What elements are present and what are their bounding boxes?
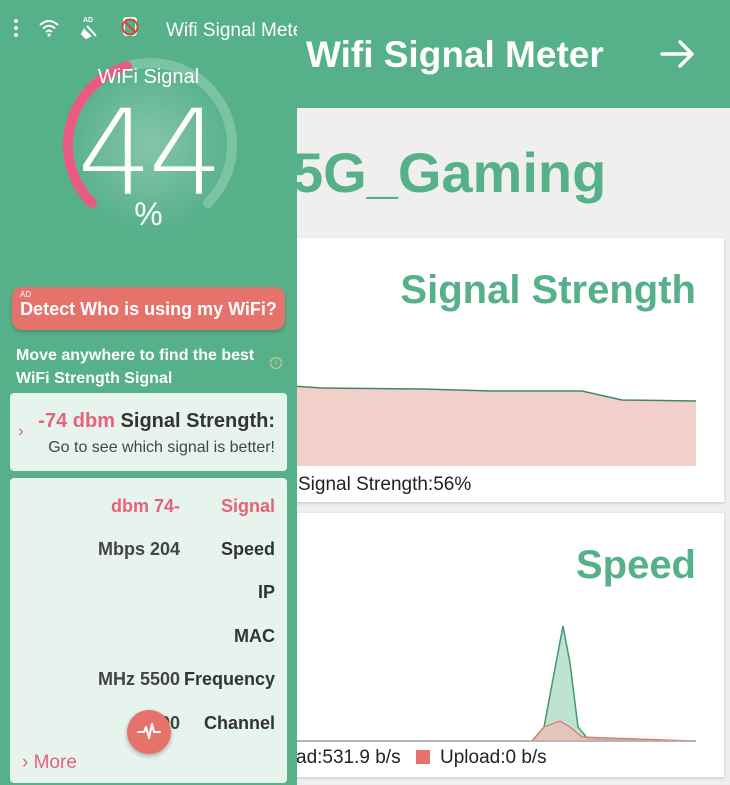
- arrow-right-icon[interactable]: [656, 34, 700, 74]
- network-ssid: 5G_Gaming: [292, 141, 607, 204]
- info-key: Frequency: [183, 669, 275, 689]
- signal-area: [292, 386, 696, 466]
- upload-area: [292, 720, 697, 742]
- more-label: More: [33, 752, 77, 773]
- signal-label: Signal Strength:: [120, 410, 275, 432]
- overlay-panel: AD Wifi Signal Meter WiFi Signal 44 % AD…: [0, 0, 297, 785]
- signal-dbm: -74 dbm: [38, 410, 115, 432]
- ad-tag: AD: [20, 290, 32, 299]
- no-ads-icon[interactable]: [120, 16, 140, 38]
- upload-swatch: [416, 750, 430, 764]
- chevron-right-icon: ›: [18, 421, 24, 440]
- ad-button-label: Detect Who is using my WiFi?: [20, 299, 277, 319]
- download-area: [292, 625, 697, 742]
- more-vert-icon[interactable]: [12, 18, 20, 38]
- speed-card: Speed ad:531.9 b/s Upload:0 b/s: [292, 513, 724, 777]
- download-legend: ad:531.9 b/s: [296, 747, 401, 768]
- app-title: Wifi Signal Meter: [306, 34, 604, 75]
- info-key: MAC: [234, 626, 275, 646]
- wifi-icon: [39, 20, 59, 37]
- signal-strength-link-card[interactable]: › -74 dbm Signal Strength: Go to see whi…: [10, 393, 287, 471]
- info-row-speed: Mbps 204 Speed: [10, 539, 287, 569]
- chevron-right-icon: ›: [22, 752, 29, 773]
- status-app-title: Wifi Signal Meter: [166, 20, 297, 41]
- gauge-unit: %: [134, 196, 163, 232]
- pulse-icon: [137, 723, 161, 739]
- info-key: IP: [257, 582, 275, 602]
- info-row-frequency: MHz 5500 Frequency: [10, 669, 287, 699]
- ad-broom-icon[interactable]: AD: [80, 14, 102, 40]
- info-row-ip: IP: [10, 582, 287, 612]
- pulse-fab-button[interactable]: [127, 710, 171, 754]
- info-value: MHz 5500: [97, 669, 180, 689]
- speed-chart: [292, 625, 697, 742]
- info-key: Speed: [220, 539, 275, 559]
- upload-legend: Upload:0 b/s: [440, 747, 547, 768]
- signal-strength-chart: [292, 385, 697, 466]
- info-row-mac: MAC: [10, 626, 287, 656]
- info-key: Channel: [203, 713, 275, 733]
- info-value: Mbps 204: [97, 539, 180, 559]
- info-icon[interactable]: i: [270, 357, 282, 369]
- signal-subtext: Go to see which signal is better!: [48, 439, 275, 456]
- more-link[interactable]: › More: [22, 752, 77, 774]
- signal-strength-card: Signal Strength Signal Strength:56%: [292, 238, 724, 502]
- info-row-signal: dbm 74- Signal: [10, 496, 287, 526]
- signal-legend: Signal Strength:56%: [298, 474, 472, 495]
- signal-strength-line: -74 dbm Signal Strength:: [38, 410, 275, 433]
- hint-text: Move anywhere to find the best WiFi Stre…: [16, 347, 255, 387]
- info-key: Signal: [220, 496, 275, 516]
- svg-text:AD: AD: [83, 17, 93, 24]
- info-value: dbm 74-: [110, 496, 180, 516]
- detect-wifi-users-button[interactable]: AD Detect Who is using my WiFi?: [12, 287, 285, 330]
